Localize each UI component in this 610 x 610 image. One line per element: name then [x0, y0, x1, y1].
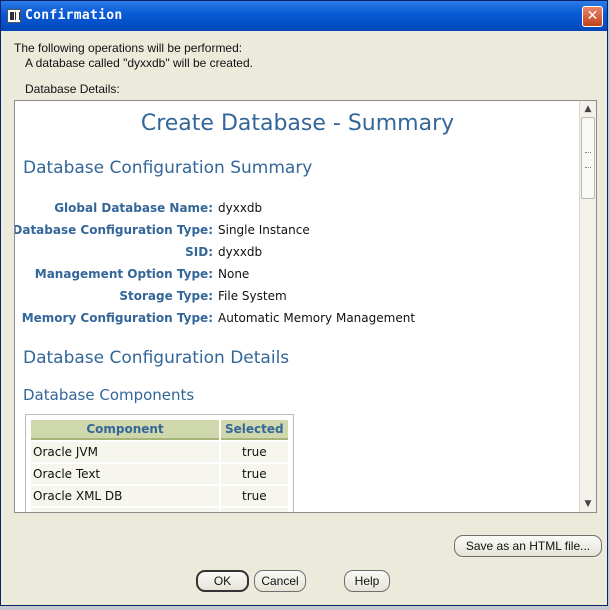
components-heading: Database Components — [23, 386, 195, 404]
database-details-label: Database Details: — [25, 82, 120, 96]
table-row: Oracle Text true — [31, 464, 288, 484]
empty-cell — [31, 508, 219, 512]
config-key: Database Configuration Type: — [15, 223, 213, 237]
vertical-scrollbar[interactable]: ▲ ▼ — [579, 101, 596, 512]
summary-panel[interactable]: Create Database - Summary Database Confi… — [14, 100, 597, 513]
window-title: Confirmation — [25, 8, 123, 23]
config-key: Management Option Type: — [34, 267, 213, 281]
selected-cell: true — [221, 486, 288, 506]
config-row: Global Database Name: dyxxdb — [15, 201, 575, 221]
config-key: SID: — [185, 245, 213, 259]
config-value: dyxxdb — [218, 245, 263, 259]
component-name-cell: Oracle XML DB — [31, 486, 219, 506]
config-value: Single Instance — [218, 223, 310, 237]
component-name-cell: Oracle JVM — [31, 442, 219, 462]
config-row: Database Configuration Type: Single Insta… — [15, 223, 575, 243]
config-key: Global Database Name: — [54, 201, 213, 215]
grip-icon — [585, 152, 591, 168]
scroll-up-icon[interactable]: ▲ — [581, 102, 595, 116]
help-button[interactable]: Help — [344, 570, 390, 592]
table-row: Oracle JVM true — [31, 442, 288, 462]
config-row: SID: dyxxdb — [15, 245, 575, 265]
confirmation-dialog: Confirmation ✕ The following operations … — [0, 0, 608, 606]
config-row: Storage Type: File System — [15, 289, 575, 309]
table-row: Oracle XML DB true — [31, 486, 288, 506]
table-row — [31, 508, 288, 512]
config-key: Memory Configuration Type: — [21, 311, 213, 325]
config-summary-heading: Database Configuration Summary — [23, 158, 313, 178]
intro-line-1: The following operations will be perform… — [14, 41, 243, 55]
config-details-heading: Database Configuration Details — [23, 348, 290, 368]
config-row: Memory Configuration Type: Automatic Memo… — [15, 311, 575, 331]
summary-title: Create Database - Summary — [140, 111, 455, 136]
title-bar[interactable]: Confirmation ✕ — [1, 1, 607, 31]
components-table: Component Selected Oracle JVM true Oracle … — [25, 414, 294, 512]
config-row: Management Option Type: None — [15, 267, 575, 287]
app-icon — [7, 9, 21, 23]
summary-content: Create Database - Summary Database Confi… — [15, 101, 580, 512]
config-value: Automatic Memory Management — [218, 311, 416, 325]
cancel-button[interactable]: Cancel — [254, 570, 306, 592]
config-value: dyxxdb — [218, 201, 263, 215]
intro-line-2: A database called "dyxxdb" will be creat… — [25, 56, 253, 70]
empty-cell — [221, 508, 288, 512]
scrollbar-thumb[interactable] — [581, 117, 595, 199]
config-key: Storage Type: — [119, 289, 213, 303]
close-button[interactable]: ✕ — [582, 6, 603, 27]
selected-cell: true — [221, 442, 288, 462]
component-column-header: Component — [31, 420, 219, 440]
close-icon: ✕ — [586, 8, 599, 24]
selected-cell: true — [221, 464, 288, 484]
config-value: None — [218, 267, 250, 281]
ok-button[interactable]: OK — [196, 570, 249, 592]
save-as-html-button[interactable]: Save as an HTML file... — [454, 535, 602, 557]
selected-column-header: Selected — [221, 420, 288, 440]
config-value: File System — [218, 289, 287, 303]
scroll-down-icon[interactable]: ▼ — [581, 497, 595, 511]
component-name-cell: Oracle Text — [31, 464, 219, 484]
